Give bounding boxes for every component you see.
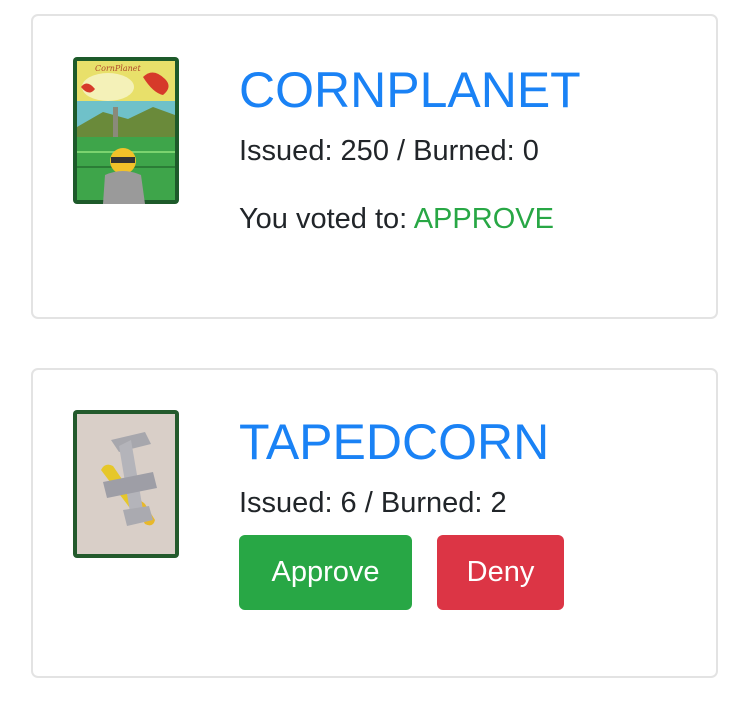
asset-card-cornplanet: CornPlanet CORNPLANET Issued: 250 / Burn… <box>31 14 718 319</box>
issued-burned-stats: Issued: 6 / Burned: 2 <box>239 487 507 519</box>
asset-info: TAPEDCORN Issued: 6 / Burned: 2 Approve … <box>239 414 696 610</box>
deny-button[interactable]: Deny <box>437 535 564 610</box>
cornplanet-art-icon: CornPlanet <box>73 57 179 204</box>
asset-card-tapedcorn: TAPEDCORN Issued: 6 / Burned: 2 Approve … <box>31 368 718 678</box>
asset-name-link[interactable]: CORNPLANET <box>239 62 696 118</box>
svg-text:CornPlanet: CornPlanet <box>95 64 142 73</box>
approve-button[interactable]: Approve <box>239 535 412 610</box>
asset-name-link[interactable]: TAPEDCORN <box>239 414 696 470</box>
card-art-image[interactable] <box>73 410 179 558</box>
issued-burned-stats: Issued: 250 / Burned: 0 <box>239 135 539 167</box>
asset-info: CORNPLANET Issued: 250 / Burned: 0 You v… <box>239 62 696 236</box>
vote-status-value: APPROVE <box>413 203 554 235</box>
vote-status: You voted to: APPROVE <box>239 202 696 236</box>
vote-actions: Approve Deny <box>239 535 696 610</box>
card-art-image[interactable]: CornPlanet <box>73 57 179 204</box>
tapedcorn-art-icon <box>73 410 179 558</box>
vote-status-prefix: You voted to: <box>239 203 408 235</box>
